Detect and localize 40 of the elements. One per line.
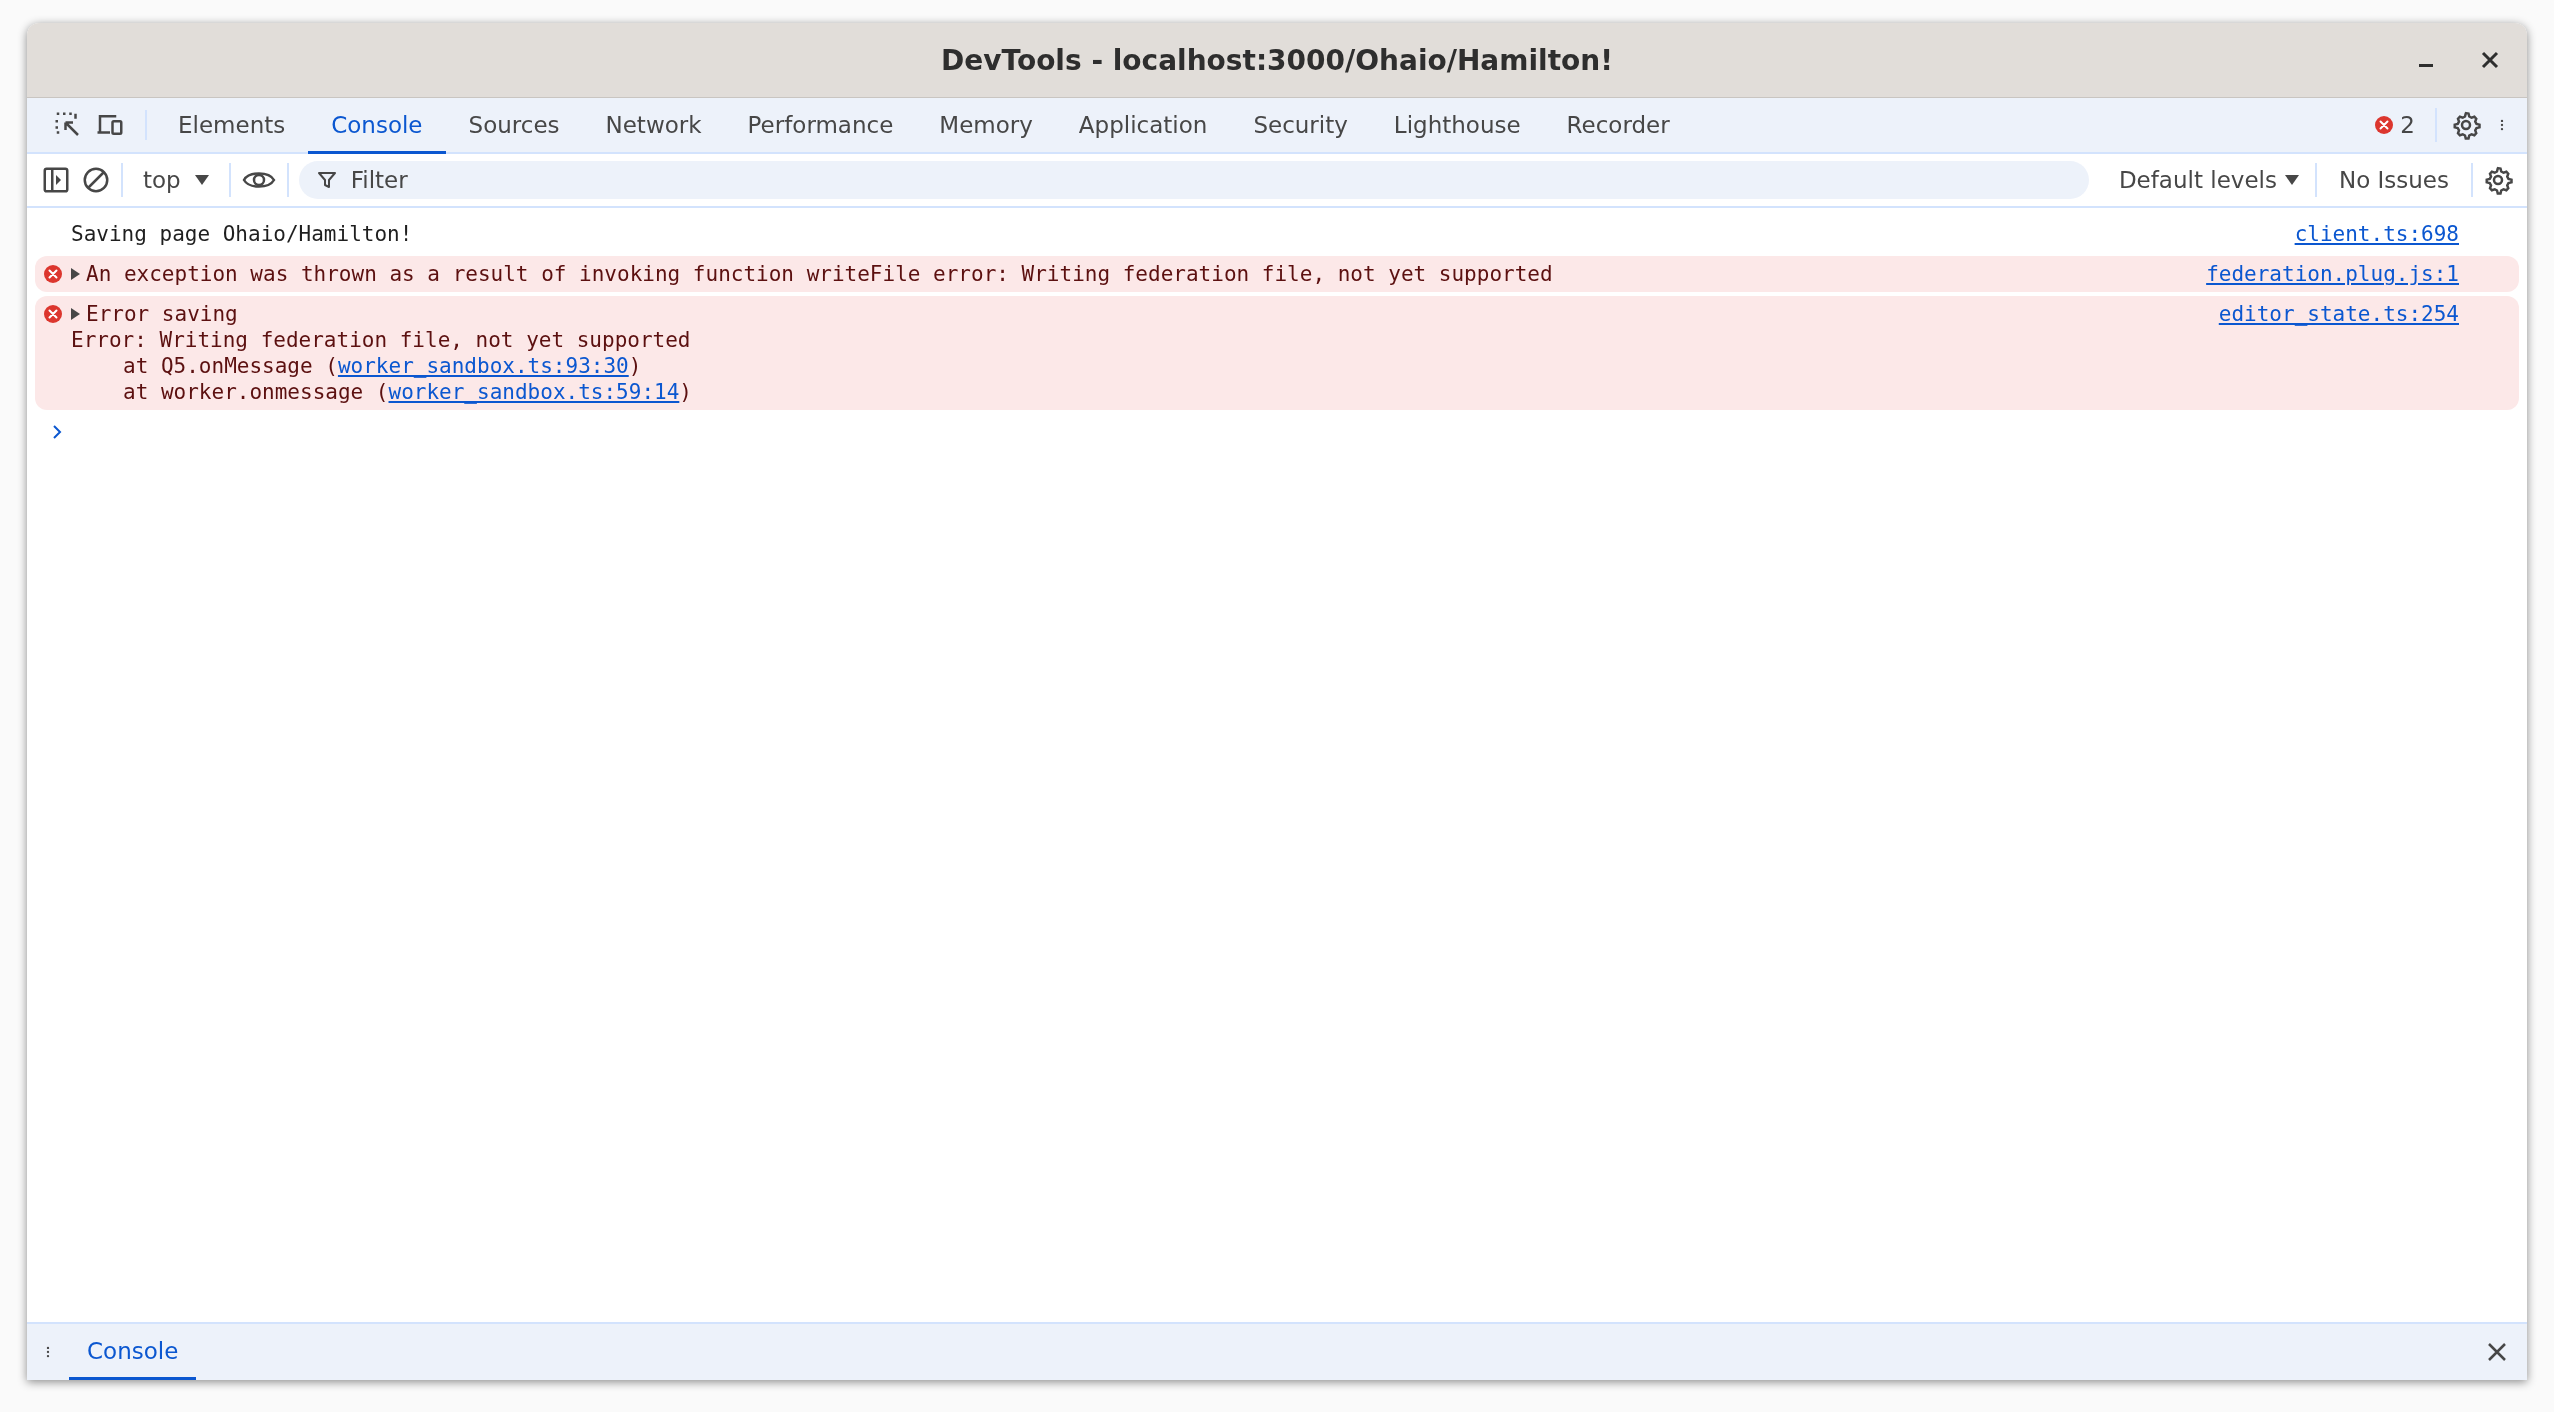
source-link[interactable]: federation.plug.js:1 bbox=[2206, 261, 2459, 287]
stack-link[interactable]: worker_sandbox.ts:59:14 bbox=[388, 380, 680, 404]
console-settings-icon[interactable] bbox=[2483, 165, 2513, 195]
clear-console-icon[interactable] bbox=[81, 165, 111, 195]
message-text: Error saving bbox=[86, 301, 238, 327]
log-levels-dropdown[interactable]: Default levels bbox=[2112, 166, 2305, 194]
sidebar-toggle-icon[interactable] bbox=[41, 165, 71, 195]
prompt-chevron-icon bbox=[51, 424, 63, 440]
settings-icon[interactable] bbox=[2451, 110, 2481, 140]
filter-field[interactable]: Filter bbox=[298, 161, 2089, 199]
stack-link[interactable]: worker_sandbox.ts:93:30 bbox=[337, 354, 629, 378]
expand-triangle-icon[interactable] bbox=[71, 308, 80, 320]
issues-label: No Issues bbox=[2337, 167, 2450, 193]
context-dropdown[interactable]: top bbox=[133, 167, 219, 193]
stack-frame: at worker.onmessage (worker_sandbox.ts:59:14) bbox=[123, 380, 692, 404]
dropdown-caret-icon bbox=[194, 175, 209, 185]
panel-tab[interactable]: Application bbox=[1055, 98, 1231, 154]
panel-tab[interactable]: Console bbox=[308, 98, 446, 154]
error-count[interactable]: 2 bbox=[2368, 112, 2421, 138]
dropdown-caret-icon bbox=[2284, 175, 2299, 185]
source-link[interactable]: editor_state.ts:254 bbox=[2218, 301, 2459, 327]
error-icon bbox=[43, 304, 63, 324]
panel-tab[interactable]: Lighthouse bbox=[1370, 98, 1544, 154]
error-detail: Error: Writing federation file, not yet supported bbox=[71, 327, 692, 353]
source-link[interactable]: client.ts:698 bbox=[2294, 221, 2459, 247]
panel-tab[interactable]: Recorder bbox=[1543, 98, 1693, 154]
panel-tab[interactable]: Sources bbox=[445, 98, 583, 154]
error-icon bbox=[2374, 115, 2395, 135]
drawer-tab[interactable]: Console bbox=[69, 1324, 197, 1380]
message-text: Saving page Ohaio/Hamilton! bbox=[71, 222, 413, 246]
expand-triangle-icon[interactable] bbox=[71, 268, 80, 280]
panel-tab[interactable]: Network bbox=[582, 98, 725, 154]
message-text: An exception was thrown as a result of invoking function writeFile error: Writing federation file, not yet supported bbox=[86, 261, 1553, 287]
panel-tab[interactable]: Elements bbox=[155, 98, 309, 154]
panel-tab[interactable]: Performance bbox=[724, 98, 917, 154]
window-title: DevTools - localhost:3000/Ohaio/Hamilton! bbox=[941, 43, 1613, 77]
panel-tab[interactable]: Security bbox=[1230, 98, 1371, 154]
stack-frame: at Q5.onMessage (worker_sandbox.ts:93:30) bbox=[123, 354, 642, 378]
panel-tab[interactable]: Memory bbox=[916, 98, 1056, 154]
error-icon bbox=[43, 264, 63, 284]
